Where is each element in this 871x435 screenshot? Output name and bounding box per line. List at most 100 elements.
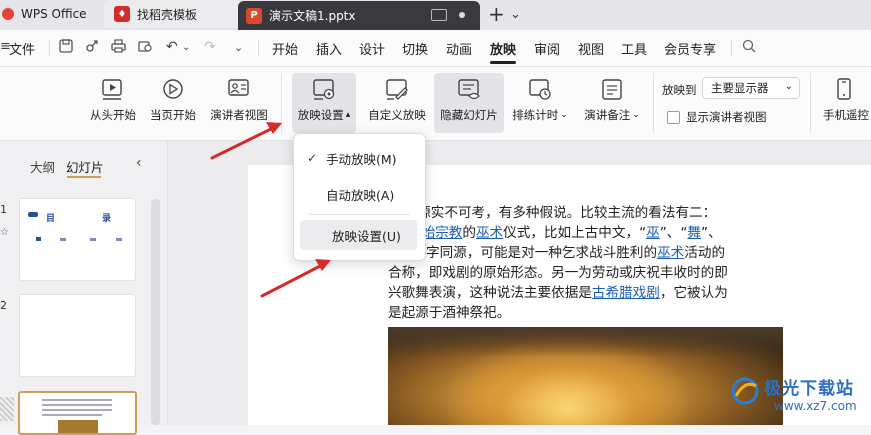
thumb-text-line: [42, 409, 112, 411]
thumb-shape: [28, 212, 38, 217]
slide-image[interactable]: [388, 327, 783, 425]
menu-bar: ≡ 文件 ↶ ⌄ ↷ ⌄ 开始 插入 设计 切换 动画 放映 审阅 视图 工具 …: [0, 30, 871, 67]
panel-scrollbar[interactable]: [151, 199, 160, 425]
link-witchcraft[interactable]: 巫术: [476, 225, 503, 241]
undo-icon[interactable]: ↶: [166, 39, 178, 55]
tab-templates[interactable]: ♦ 找稻壳模板: [104, 0, 242, 28]
save-icon[interactable]: [59, 39, 73, 57]
checkbox-box[interactable]: [667, 110, 680, 124]
tab-document[interactable]: P 演示文稿1.pptx: [238, 1, 480, 30]
menu-membership[interactable]: 会员专享: [664, 39, 716, 58]
monitor-icon[interactable]: [431, 9, 447, 21]
slide-thumbnail-2[interactable]: [19, 294, 136, 377]
custom-show-icon: [383, 77, 411, 103]
tab-slides[interactable]: 幻灯片: [66, 157, 104, 176]
docer-icon: ♦: [114, 6, 130, 22]
speaker-notes-button[interactable]: 演讲备注 ⌄: [578, 73, 646, 133]
chevron-down-icon: ⌄: [784, 81, 793, 92]
thumb-bullet: [36, 237, 41, 241]
monitor-select[interactable]: 主要显示器 ⌄: [702, 77, 800, 99]
presenter-icon: [225, 77, 253, 103]
show-on-label: 放映到: [662, 83, 697, 97]
share-icon[interactable]: [85, 39, 99, 57]
option-label: 放映设置(U): [332, 228, 401, 244]
undo-dropdown-icon[interactable]: ⌄: [182, 42, 190, 53]
text-run: ，它被认为: [659, 285, 728, 301]
menu-divider: [308, 214, 410, 215]
link-witchcraft[interactable]: 巫术: [657, 245, 684, 261]
menu-transition[interactable]: 切换: [402, 39, 428, 58]
star-icon: ☆: [0, 227, 9, 238]
slide-thumbnail-3[interactable]: [18, 391, 137, 435]
check-icon: ✓: [306, 151, 318, 165]
slide-number: 2: [0, 299, 7, 312]
button-label: 自定义放映: [368, 108, 426, 122]
more-quick-access-icon[interactable]: ⌄: [234, 41, 243, 54]
custom-show-button[interactable]: 自定义放映: [364, 73, 430, 133]
thumb-title: 目: [46, 214, 56, 224]
text-run: 合称，即戏剧的原始形态。另一为劳动或庆祝丰收时的即: [388, 265, 728, 281]
menu-insert[interactable]: 插入: [316, 39, 342, 58]
manual-show-option[interactable]: ✓ 手动放映(M): [300, 143, 417, 173]
button-label: 从头开始: [90, 108, 136, 122]
thumb-bullet: [116, 238, 122, 241]
paragraph-line: 原始宗教的巫术仪式，比如上古中文，“巫”、“舞”、: [408, 223, 722, 243]
image-shade: [388, 327, 783, 357]
menu-home[interactable]: 开始: [272, 39, 298, 58]
slideshow-settings-option[interactable]: 放映设置(U): [300, 220, 417, 250]
text-run: 字同源，可能是对一种乞求战斗胜利的: [426, 245, 658, 261]
thumb-bullet: [90, 238, 96, 241]
tab-strip: WPS Office ♦ 找稻壳模板 P 演示文稿1.pptx + ⌄: [0, 0, 871, 30]
thumb-bullet: [60, 238, 66, 241]
file-menu[interactable]: 文件: [9, 39, 35, 58]
slideshow-settings-button[interactable]: 放映设置 ▴: [292, 73, 356, 133]
tab-wps-office[interactable]: WPS Office: [0, 0, 100, 28]
auto-show-option[interactable]: 自动放映(A): [300, 179, 417, 209]
button-label: 放映设置: [297, 108, 344, 122]
menu-design[interactable]: 设计: [359, 39, 385, 58]
active-tab-indicator: [67, 176, 101, 178]
menu-view[interactable]: 视图: [578, 39, 604, 58]
wps-logo-icon: [2, 8, 14, 20]
redo-icon[interactable]: ↷: [204, 39, 216, 55]
from-current-button[interactable]: 当页开始: [146, 73, 200, 133]
unsaved-dot-icon: [459, 12, 465, 18]
hide-slide-icon: [455, 77, 483, 103]
slide-thumbnail-1[interactable]: 目 录: [19, 198, 136, 281]
menu-tools[interactable]: 工具: [621, 39, 647, 58]
button-label-row: 放映设置 ▴: [298, 107, 351, 123]
tab-label: 演示文稿1.pptx: [269, 9, 356, 23]
rehearse-timing-button[interactable]: 排练计时 ⌄: [508, 73, 572, 133]
menu-slideshow[interactable]: 放映: [490, 39, 516, 58]
hide-slide-button[interactable]: 隐藏幻灯片: [434, 73, 504, 133]
button-label: 当页开始: [150, 108, 196, 122]
from-start-button[interactable]: 从头开始: [86, 73, 140, 133]
search-icon[interactable]: [742, 39, 756, 57]
paragraph-line: 合称，即戏剧的原始形态。另一为劳动或庆祝丰收时的即: [388, 263, 728, 283]
tab-outline[interactable]: 大纲: [30, 157, 55, 176]
menu-review[interactable]: 审阅: [534, 39, 560, 58]
text-run: 仪式，比如上古中文，“: [503, 225, 647, 241]
paragraph-line: 是起源于酒神祭祀。: [388, 303, 510, 323]
phone-icon: [834, 77, 862, 103]
link-wu[interactable]: 巫: [646, 225, 660, 241]
print-icon[interactable]: [111, 39, 126, 57]
text-run: 的起源实不可考，有多种假说。比较主流的看法有二：: [390, 205, 717, 221]
button-label-row: 排练计时 ⌄: [512, 107, 568, 123]
divider: [258, 40, 259, 56]
thumb-text-line: [42, 414, 102, 416]
show-presenter-checkbox[interactable]: 显示演讲者视图: [667, 109, 767, 125]
new-tab-button[interactable]: +: [488, 0, 505, 28]
play-current-icon: [159, 77, 187, 103]
divider: [281, 73, 282, 133]
link-dance[interactable]: 舞: [687, 225, 701, 241]
thumb-image: [58, 420, 98, 433]
collapse-panel-icon[interactable]: ‹: [136, 155, 142, 171]
link-ancient-greek-drama[interactable]: 古希腊戏剧: [592, 285, 660, 301]
menu-animation[interactable]: 动画: [446, 39, 472, 58]
watermark-name: 极光下载站: [764, 379, 854, 399]
tab-list-button[interactable]: ⌄: [510, 0, 521, 28]
presenter-view-button[interactable]: 演讲者视图: [206, 73, 272, 133]
print-preview-icon[interactable]: [138, 39, 153, 57]
phone-remote-button[interactable]: 手机遥控: [818, 73, 871, 133]
